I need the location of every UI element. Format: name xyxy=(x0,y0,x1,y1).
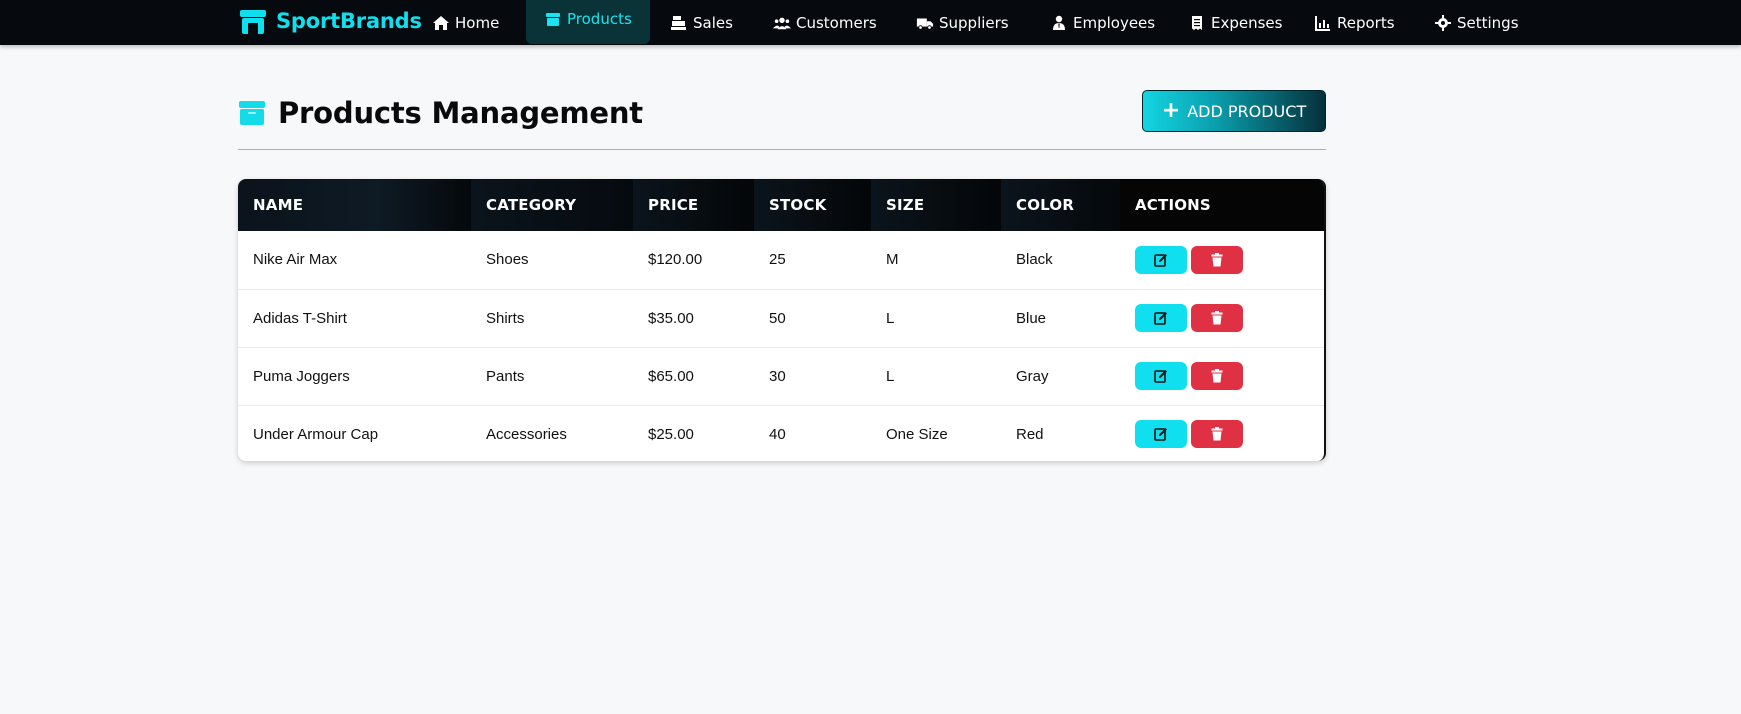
nav-expenses[interactable]: Expenses xyxy=(1188,0,1282,45)
table-row: Nike Air Max Shoes $120.00 25 M Black xyxy=(238,231,1324,289)
products-table-card: NAME CATEGORY PRICE STOCK SIZE COLOR ACT… xyxy=(238,179,1326,461)
add-product-label: ADD PRODUCT xyxy=(1187,101,1307,121)
column-header-size: SIZE xyxy=(871,179,1001,231)
title-wrap: Products Management xyxy=(238,96,643,130)
cell-name: Nike Air Max xyxy=(253,251,338,269)
nav-products[interactable]: Products xyxy=(526,0,650,44)
nav-reports[interactable]: Reports xyxy=(1314,0,1395,45)
users-icon xyxy=(773,17,791,29)
cell-name: Under Armour Cap xyxy=(253,425,379,443)
column-header-actions: ACTIONS xyxy=(1120,179,1324,231)
brand-logo[interactable]: SportBrands xyxy=(238,6,422,36)
cell-stock: 30 xyxy=(769,367,786,385)
column-header-price: PRICE xyxy=(633,179,754,231)
cell-price: $120.00 xyxy=(648,251,703,269)
page-title: Products Management xyxy=(278,96,643,130)
cell-actions xyxy=(1120,289,1324,347)
cell-stock: 25 xyxy=(769,251,786,269)
cell-category: Pants xyxy=(486,367,525,385)
nav-settings[interactable]: Settings xyxy=(1434,0,1519,45)
cash-register-icon xyxy=(671,15,686,30)
edit-button[interactable] xyxy=(1135,420,1187,449)
page-header: Products Management + ADD PRODUCT xyxy=(238,90,1326,150)
cell-stock: 50 xyxy=(769,309,786,327)
cell-color: Blue xyxy=(1016,309,1047,327)
cell-actions xyxy=(1120,405,1324,461)
cell-price: $35.00 xyxy=(648,309,694,327)
cell-name: Adidas T-Shirt xyxy=(253,309,347,327)
home-icon xyxy=(433,15,449,30)
delete-button[interactable] xyxy=(1191,245,1243,274)
cell-price: $25.00 xyxy=(648,425,694,443)
column-header-color: COLOR xyxy=(1001,179,1120,231)
trash-icon xyxy=(1211,369,1223,383)
row-actions xyxy=(1135,420,1324,449)
brand-name: SportBrands xyxy=(276,9,422,33)
nav-sales[interactable]: Sales xyxy=(670,0,733,45)
add-product-button[interactable]: + ADD PRODUCT xyxy=(1142,90,1326,132)
cell-color: Red xyxy=(1016,425,1044,443)
gear-icon xyxy=(1435,14,1451,31)
cell-category: Shirts xyxy=(486,309,525,327)
column-header-name: NAME xyxy=(238,179,471,231)
cell-size: One Size xyxy=(886,425,948,443)
nav-suppliers[interactable]: Suppliers xyxy=(916,0,1009,45)
cell-size: L xyxy=(886,309,895,327)
edit-icon xyxy=(1154,428,1167,442)
table-row: Adidas T-Shirt Shirts $35.00 50 L Blue xyxy=(238,289,1324,347)
user-tie-icon xyxy=(1053,15,1065,30)
cell-actions xyxy=(1120,347,1324,405)
truck-icon xyxy=(916,18,934,30)
edit-icon xyxy=(1154,370,1167,383)
cell-category: Accessories xyxy=(486,425,567,443)
cell-size: M xyxy=(886,251,899,269)
box-icon xyxy=(546,13,560,26)
box-icon xyxy=(239,101,265,125)
top-navbar: SportBrands Home Products Sales Customer… xyxy=(0,0,1741,45)
nav-home[interactable]: Home xyxy=(432,0,499,45)
cell-actions xyxy=(1120,231,1324,289)
column-header-category: CATEGORY xyxy=(471,179,633,231)
cell-name: Puma Joggers xyxy=(253,367,350,385)
delete-button[interactable] xyxy=(1191,304,1243,332)
delete-button[interactable] xyxy=(1191,362,1243,390)
edit-button[interactable] xyxy=(1135,304,1187,332)
cell-size: L xyxy=(886,367,895,385)
cell-color: Black xyxy=(1016,251,1053,269)
edit-icon xyxy=(1154,312,1167,325)
edit-icon xyxy=(1154,253,1167,267)
trash-icon xyxy=(1211,311,1223,325)
cell-category: Shoes xyxy=(486,251,529,269)
table-row: Under Armour Cap Accessories $25.00 40 O… xyxy=(238,405,1324,461)
delete-button[interactable] xyxy=(1191,420,1243,449)
edit-button[interactable] xyxy=(1135,245,1187,274)
receipt-icon xyxy=(1192,15,1202,30)
cell-price: $65.00 xyxy=(648,367,694,385)
chart-line-icon xyxy=(1315,15,1330,31)
row-actions xyxy=(1135,245,1324,274)
nav-customers[interactable]: Customers xyxy=(773,0,877,45)
products-table: NAME CATEGORY PRICE STOCK SIZE COLOR ACT… xyxy=(238,179,1324,461)
cell-color: Gray xyxy=(1016,367,1049,385)
plus-icon: + xyxy=(1161,97,1181,123)
cell-stock: 40 xyxy=(769,425,786,443)
trash-icon xyxy=(1211,252,1223,267)
nav-employees[interactable]: Employees xyxy=(1050,0,1155,45)
table-row: Puma Joggers Pants $65.00 30 L Gray xyxy=(238,347,1324,405)
column-header-stock: STOCK xyxy=(754,179,871,231)
trash-icon xyxy=(1211,427,1223,441)
row-actions xyxy=(1135,304,1324,332)
store-icon xyxy=(240,10,266,34)
edit-button[interactable] xyxy=(1135,362,1187,390)
row-actions xyxy=(1135,362,1324,390)
table-header-row: NAME CATEGORY PRICE STOCK SIZE COLOR ACT… xyxy=(238,179,1324,231)
